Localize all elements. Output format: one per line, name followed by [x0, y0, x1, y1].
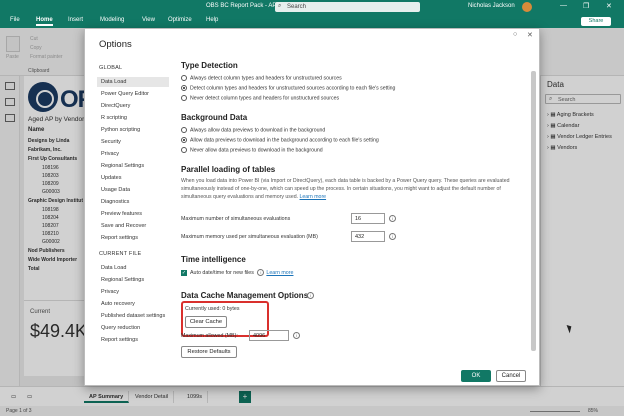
- max-evaluations-label: Maximum number of simultaneous evaluatio…: [181, 216, 291, 222]
- info-icon[interactable]: i: [389, 215, 396, 222]
- nav-current-item[interactable]: Published dataset settings: [97, 311, 169, 321]
- max-allowed-label: Maximum allowed (MB):: [181, 333, 238, 339]
- radio-icon: [181, 75, 187, 81]
- radio-label: Always detect column types and headers f…: [190, 75, 342, 82]
- background-always[interactable]: Always allow data previews to download i…: [181, 127, 325, 133]
- restore-defaults-button[interactable]: Restore Defaults: [181, 346, 237, 358]
- menu-insert[interactable]: Insert: [68, 17, 83, 23]
- menu-optimize[interactable]: Optimize: [168, 17, 192, 23]
- share-button[interactable]: Share: [581, 17, 611, 26]
- search-icon: ⌕: [278, 3, 282, 9]
- menu-modeling[interactable]: Modeling: [100, 17, 124, 23]
- background-per-file[interactable]: Allow data previews to download in the b…: [181, 137, 379, 143]
- nav-current-item[interactable]: Report settings: [97, 335, 169, 345]
- max-memory-input[interactable]: 432: [351, 231, 385, 242]
- type-detection-never[interactable]: Never detect column types and headers fo…: [181, 95, 339, 101]
- data-cache-heading: Data Cache Management Options: [181, 291, 309, 300]
- menu-home[interactable]: Home: [36, 17, 53, 26]
- dialog-restore-icon[interactable]: ○: [513, 31, 517, 38]
- nav-current-item[interactable]: Query reduction: [97, 323, 169, 333]
- type-detection-heading: Type Detection: [181, 61, 238, 70]
- time-intel-learn-more-link[interactable]: Learn more: [266, 270, 293, 276]
- nav-global-item[interactable]: R scripting: [97, 113, 169, 123]
- nav-global-item[interactable]: Report settings: [97, 233, 169, 243]
- nav-global-item[interactable]: DirectQuery: [97, 101, 169, 111]
- nav-global-item[interactable]: Security: [97, 137, 169, 147]
- options-scrollbar[interactable]: [531, 65, 536, 365]
- nav-global-item[interactable]: Save and Recover: [97, 221, 169, 231]
- title-bar: OBS BC Report Pack - AP • Last saved: 1/…: [0, 0, 624, 14]
- nav-global-item[interactable]: Privacy: [97, 149, 169, 159]
- radio-label: Never allow data previews to download in…: [190, 147, 323, 154]
- nav-global-item[interactable]: Diagnostics: [97, 197, 169, 207]
- info-icon[interactable]: i: [307, 292, 314, 299]
- radio-selected-icon: [181, 137, 187, 143]
- cache-currently-used: Currently used: 0 bytes: [185, 306, 240, 312]
- nav-current-item[interactable]: Auto recovery: [97, 299, 169, 309]
- nav-global-item[interactable]: Data Load: [97, 77, 169, 87]
- info-icon[interactable]: i: [389, 233, 396, 240]
- type-detection-per-file[interactable]: Detect column types and headers for unst…: [181, 85, 395, 91]
- time-intelligence-heading: Time intelligence: [181, 255, 246, 264]
- radio-label: Always allow data previews to download i…: [190, 127, 326, 134]
- clear-cache-button[interactable]: Clear Cache: [185, 316, 227, 328]
- nav-global-item[interactable]: Python scripting: [97, 125, 169, 135]
- radio-label: Allow data previews to download in the b…: [190, 137, 379, 144]
- radio-label: Never detect column types and headers fo…: [190, 95, 340, 102]
- checkbox-checked-icon: ✓: [181, 269, 187, 276]
- dialog-close-icon[interactable]: ✕: [527, 31, 533, 39]
- nav-global-item[interactable]: Power Query Editor: [97, 89, 169, 99]
- radio-icon: [181, 127, 187, 133]
- restore-button[interactable]: ❐: [583, 2, 589, 10]
- nav-section-global: GLOBAL: [99, 65, 123, 71]
- max-allowed-input[interactable]: 4096: [249, 330, 289, 341]
- dialog-title: Options: [99, 39, 132, 50]
- minimize-button[interactable]: —: [560, 2, 567, 9]
- ok-button[interactable]: OK: [461, 370, 491, 382]
- close-button[interactable]: ✕: [606, 2, 612, 10]
- auto-date-time-checkbox[interactable]: ✓ Auto date/time for new files i Learn mor…: [181, 269, 293, 276]
- max-evaluations-input[interactable]: 16: [351, 213, 385, 224]
- nav-global-item[interactable]: Regional Settings: [97, 161, 169, 171]
- options-dialog: Options ○ ✕ GLOBAL Data Load Power Query …: [84, 28, 540, 386]
- background-data-heading: Background Data: [181, 113, 248, 122]
- scrollbar-thumb[interactable]: [531, 71, 536, 351]
- nav-current-item[interactable]: Data Load: [97, 263, 169, 273]
- info-icon[interactable]: i: [257, 269, 265, 276]
- nav-global-item[interactable]: Preview features: [97, 209, 169, 219]
- parallel-description: When you load data into Power BI (via Im…: [181, 177, 511, 201]
- checkbox-label: Auto date/time for new files: [190, 270, 254, 276]
- cancel-button[interactable]: Cancel: [496, 370, 526, 382]
- parallel-loading-heading: Parallel loading of tables: [181, 165, 276, 174]
- nav-global-item[interactable]: Updates: [97, 173, 169, 183]
- options-nav: GLOBAL Data Load Power Query Editor Direct…: [97, 65, 169, 375]
- options-content: Type Detection Always detect column type…: [181, 59, 527, 363]
- menu-view[interactable]: View: [142, 17, 155, 23]
- search-placeholder: Search: [287, 3, 307, 10]
- radio-icon: [181, 95, 187, 101]
- nav-global-item[interactable]: Usage Data: [97, 185, 169, 195]
- search-box[interactable]: ⌕ Search: [275, 2, 420, 12]
- max-memory-label: Maximum memory used per simultaneous eva…: [181, 234, 318, 240]
- background-never[interactable]: Never allow data previews to download in…: [181, 147, 323, 153]
- nav-current-item[interactable]: Privacy: [97, 287, 169, 297]
- radio-icon: [181, 147, 187, 153]
- parallel-description-text: When you load data into Power BI (via Im…: [181, 178, 510, 200]
- nav-section-current-file: CURRENT FILE: [99, 251, 142, 257]
- menu-file[interactable]: File: [10, 17, 20, 23]
- type-detection-always[interactable]: Always detect column types and headers f…: [181, 75, 342, 81]
- menu-bar: File Home Insert Modeling View Optimize …: [0, 14, 624, 28]
- avatar[interactable]: [522, 2, 532, 12]
- radio-selected-icon: [181, 85, 187, 91]
- parallel-learn-more-link[interactable]: Learn more: [300, 194, 327, 200]
- radio-label: Detect column types and headers for unst…: [190, 85, 396, 92]
- menu-help[interactable]: Help: [206, 17, 218, 23]
- info-icon[interactable]: i: [293, 332, 300, 339]
- nav-current-item[interactable]: Regional Settings: [97, 275, 169, 285]
- user-name[interactable]: Nicholas Jackson: [468, 3, 515, 9]
